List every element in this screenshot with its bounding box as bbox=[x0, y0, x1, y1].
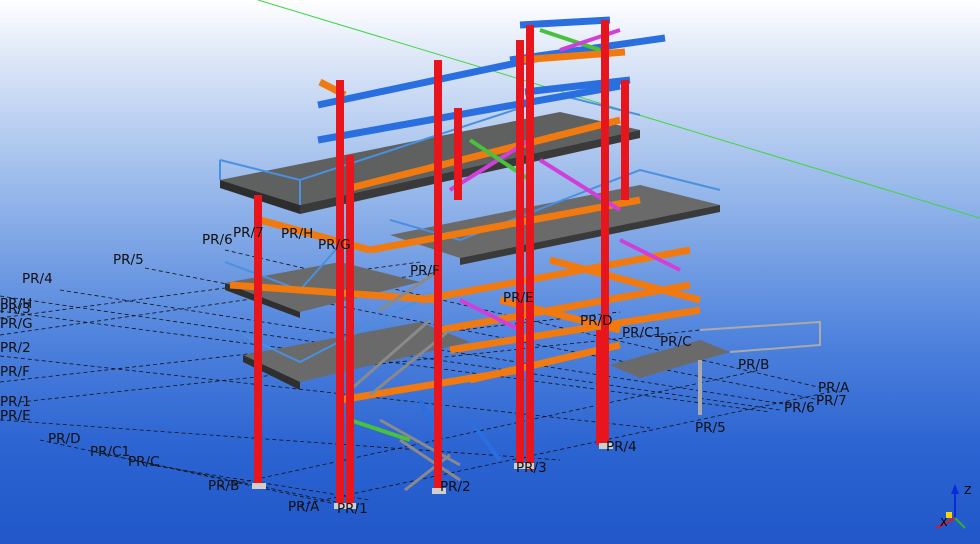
grid-label-pr-f-right: PR/F bbox=[410, 263, 440, 279]
grid-label-pr-4: PR/4 bbox=[606, 439, 637, 455]
grid-label-pr-b-right: PR/B bbox=[738, 357, 769, 373]
grid-label-pr-7-left: PR/7 bbox=[233, 225, 264, 241]
grid-label-pr-d: PR/D bbox=[48, 431, 80, 447]
grid-label-pr-4-left: PR/4 bbox=[22, 271, 53, 287]
grid-label-pr-5: PR/5 bbox=[695, 420, 726, 436]
upper-deck bbox=[219, 93, 641, 214]
grid-label-pr-c1-right: PR/C1 bbox=[622, 325, 662, 341]
grid-label-pr-c: PR/C bbox=[128, 454, 160, 470]
grid-label-pr-c1: PR/C1 bbox=[90, 444, 130, 460]
grid-label-pr-2: PR/2 bbox=[440, 479, 471, 495]
axis-indicator[interactable]: Z X bbox=[935, 484, 972, 529]
grid-label-pr-f: PR/F bbox=[0, 364, 30, 380]
grid-label-pr-g-right: PR/G bbox=[318, 237, 351, 253]
grid-label-pr-e-right: PR/E bbox=[503, 290, 534, 306]
grid-label-pr-d-right: PR/D bbox=[580, 313, 612, 329]
model-viewport[interactable]: PR/1 PR/1 PR/2 PR/2 PR/3 PR/3 PR/4 PR/4 … bbox=[0, 0, 980, 544]
grid-label-pr-1: PR/1 bbox=[337, 501, 368, 517]
grid-lines bbox=[0, 249, 841, 506]
structural-3d-scene[interactable]: PR/1 PR/1 PR/2 PR/2 PR/3 PR/3 PR/4 PR/4 … bbox=[0, 0, 980, 544]
grid-label-pr-6-left: PR/6 bbox=[202, 232, 233, 248]
axis-z-label: Z bbox=[964, 484, 972, 497]
grid-label-pr-3: PR/3 bbox=[516, 460, 547, 476]
grid-label-pr-g: PR/G bbox=[0, 316, 33, 332]
grid-label-pr-e: PR/E bbox=[0, 408, 31, 424]
grid-label-pr-2-left: PR/2 bbox=[0, 340, 31, 356]
grid-label-pr-h: PR/H bbox=[0, 296, 32, 312]
grid-label-pr-5-left: PR/5 bbox=[113, 252, 144, 268]
grid-label-pr-h-right: PR/H bbox=[281, 226, 313, 242]
grid-label-pr-b: PR/B bbox=[208, 478, 239, 494]
grid-label-pr-6: PR/6 bbox=[784, 400, 815, 416]
grid-label-pr-c-right: PR/C bbox=[660, 334, 692, 350]
grid-label-pr-a-right: PR/A bbox=[818, 380, 850, 396]
grid-label-pr-a: PR/A bbox=[288, 499, 320, 515]
